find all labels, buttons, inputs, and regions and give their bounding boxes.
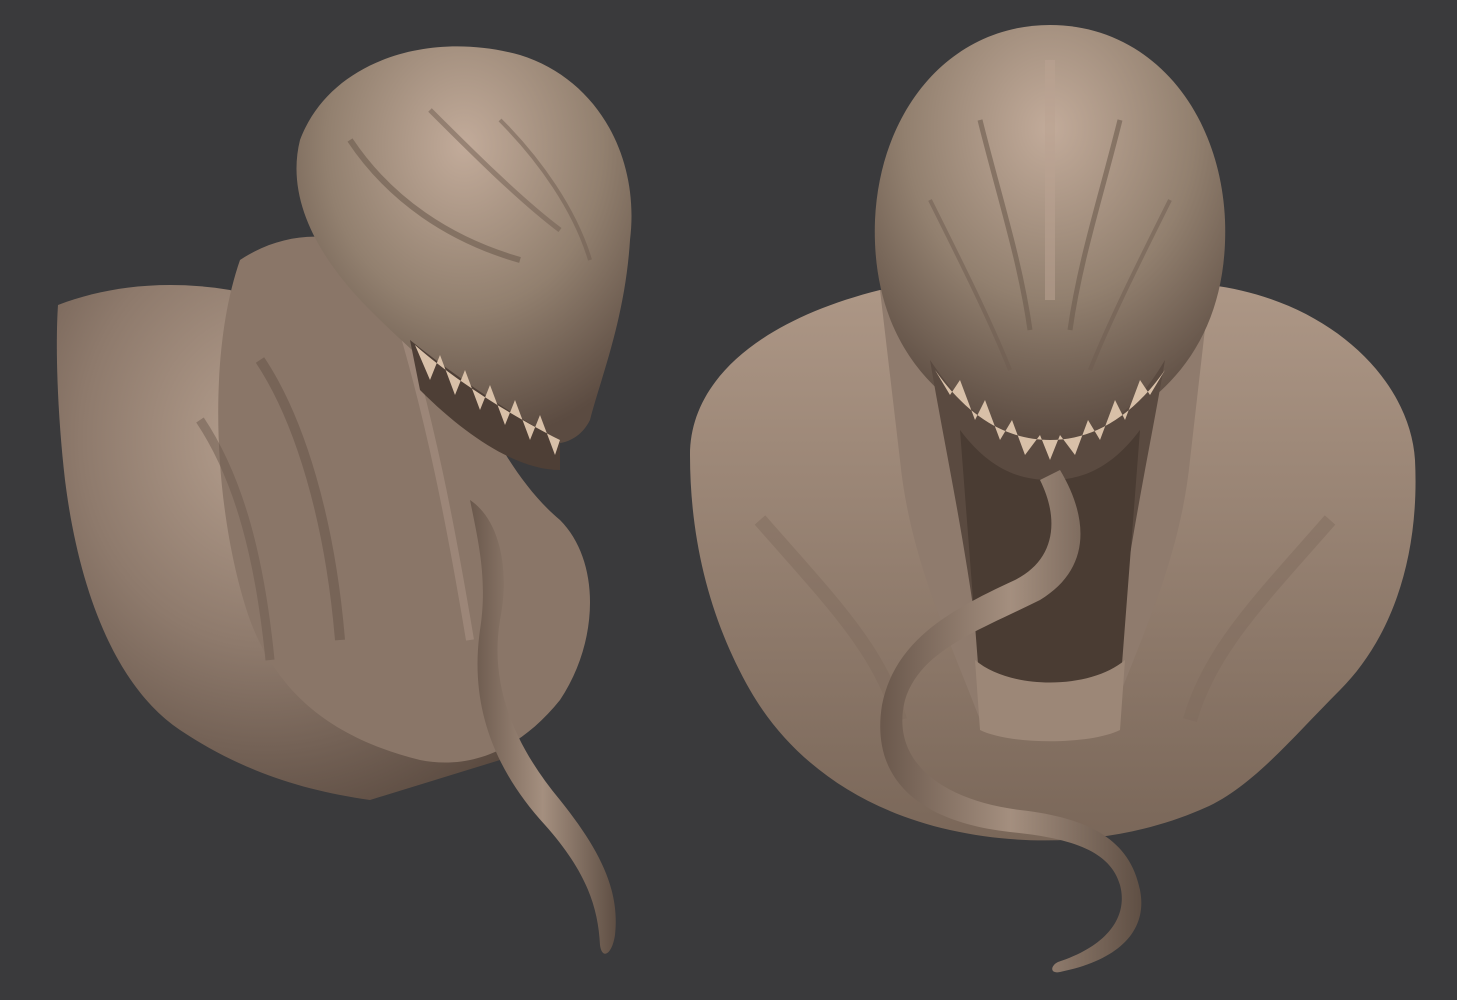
sculpt-render [56,25,1416,973]
render-viewport [0,0,1457,1000]
front-bust [690,25,1416,973]
three-quarter-bust [56,46,632,954]
